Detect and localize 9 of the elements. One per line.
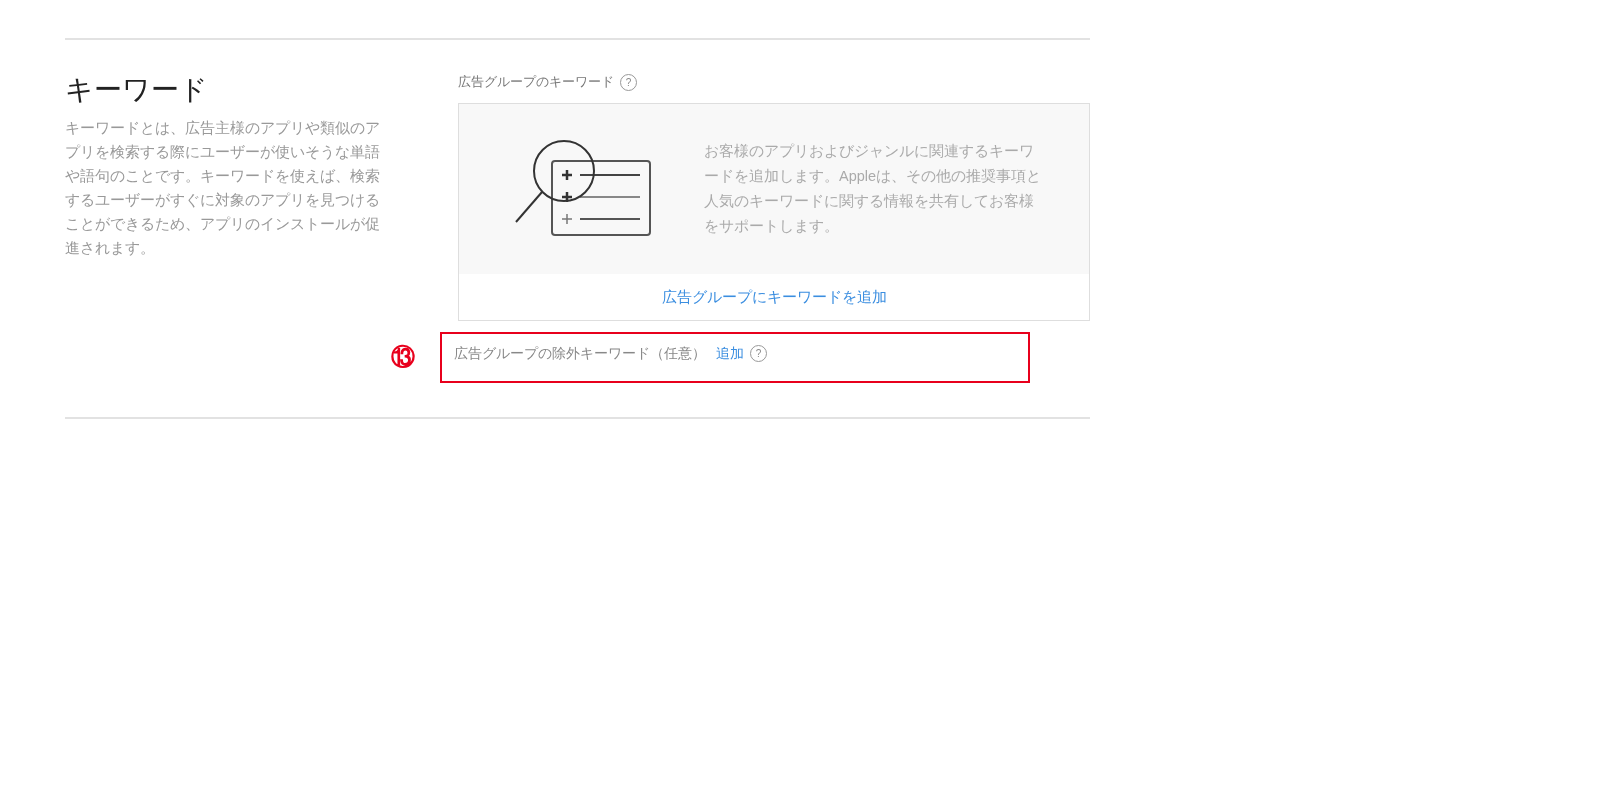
field-label: 広告グループのキーワード (458, 73, 614, 91)
annotation-number: ⑬ (391, 343, 415, 370)
field-label: 広告グループの除外キーワード（任意） (454, 344, 706, 363)
section-title: キーワード (65, 73, 209, 107)
add-link[interactable]: 追加 (716, 343, 744, 364)
empty-state-text: お客様のアプリおよびジャンルに関連するキーワードを追加します。Appleは、その他の推奨事項と人気のキーワードに関する情報を共有してお客様をサポートします。 (704, 142, 1043, 236)
magnifier-list-icon (514, 139, 654, 239)
section-description: キーワードとは、広告主様のアプリや類似のアプリを検索する際にユーザーが使いそうな単語や語句のことです。キーワードを使えば、検索するユーザーがすぐに対象のアプリを見つけることができるため、アプリのインストールが促進されます。 (65, 119, 381, 258)
add-keywords-link[interactable]: 広告グループにキーワードを追加 (661, 285, 887, 309)
